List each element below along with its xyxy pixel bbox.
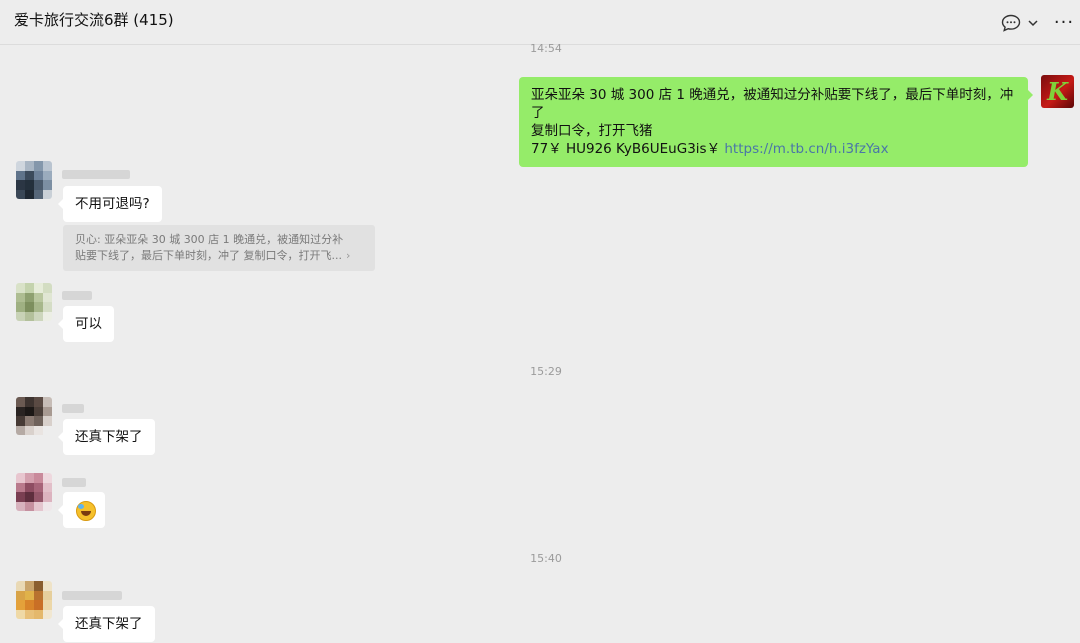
avatar[interactable] (16, 397, 52, 435)
chevron-right-icon: › (346, 249, 351, 262)
emoji-message-bubble[interactable] (58, 492, 105, 528)
message-line: 77￥ HU926 KyB6UEuG3is￥ https://m.tb.cn/h… (531, 140, 1016, 158)
chat-header: 爱卡旅行交流6群 (415) ··· (0, 0, 1080, 45)
message-bubble[interactable]: 还真下架了 (58, 606, 155, 642)
message-link[interactable]: https://m.tb.cn/h.i3fzYax (724, 141, 888, 157)
sender-name-blurred (62, 170, 130, 179)
timestamp: 14:54 (530, 42, 562, 55)
more-icon[interactable]: ··· (1052, 12, 1076, 34)
message-text: 还真下架了 (75, 429, 143, 445)
chat-bubble-icon[interactable] (1000, 12, 1022, 34)
quote-text: 贴要下线了，最后下单时刻，冲了 复制口令，打开飞... (75, 249, 342, 262)
sender-name-blurred (62, 404, 84, 413)
sender-name-blurred (62, 591, 122, 600)
message-line: 复制口令，打开飞猪 (531, 123, 653, 139)
chevron-down-icon[interactable] (1026, 12, 1040, 34)
quote-line: 贴要下线了，最后下单时刻，冲了 复制口令，打开飞... › (75, 248, 363, 264)
timestamp: 15:40 (530, 552, 562, 565)
avatar[interactable] (16, 161, 52, 199)
avatar-letter: K (1047, 77, 1068, 106)
message-text: 不用可退吗? (75, 196, 150, 212)
message-text: 77￥ HU926 KyB6UEuG3is￥ (531, 141, 725, 157)
avatar[interactable] (16, 283, 52, 321)
message-bubble[interactable]: 可以 (58, 306, 114, 342)
quote-line: 贝心: 亚朵亚朵 30 城 300 店 1 晚通兑，被通知过分补 (75, 233, 344, 246)
laugh-cry-emoji-icon (76, 501, 96, 521)
message-bubble[interactable]: 不用可退吗? (58, 186, 162, 222)
message-bubble[interactable]: 还真下架了 (58, 419, 155, 455)
timestamp: 15:29 (530, 365, 562, 378)
message-text: 还真下架了 (75, 616, 143, 632)
message-text: 可以 (75, 316, 102, 332)
avatar[interactable] (16, 473, 52, 511)
self-message-bubble[interactable]: 亚朵亚朵 30 城 300 店 1 晚通兑，被通知过分补贴要下线了，最后下单时刻… (519, 77, 1033, 167)
message-line: 亚朵亚朵 30 城 300 店 1 晚通兑，被通知过分补贴要下线了，最后下单时刻… (531, 87, 1014, 121)
avatar[interactable] (16, 581, 52, 619)
quoted-message[interactable]: 贝心: 亚朵亚朵 30 城 300 店 1 晚通兑，被通知过分补 贴要下线了，最… (63, 225, 375, 271)
sender-name-blurred (62, 291, 92, 300)
sender-name-blurred (62, 478, 86, 487)
chat-title: 爱卡旅行交流6群 (415) (14, 11, 174, 29)
self-avatar[interactable]: K (1041, 75, 1074, 108)
